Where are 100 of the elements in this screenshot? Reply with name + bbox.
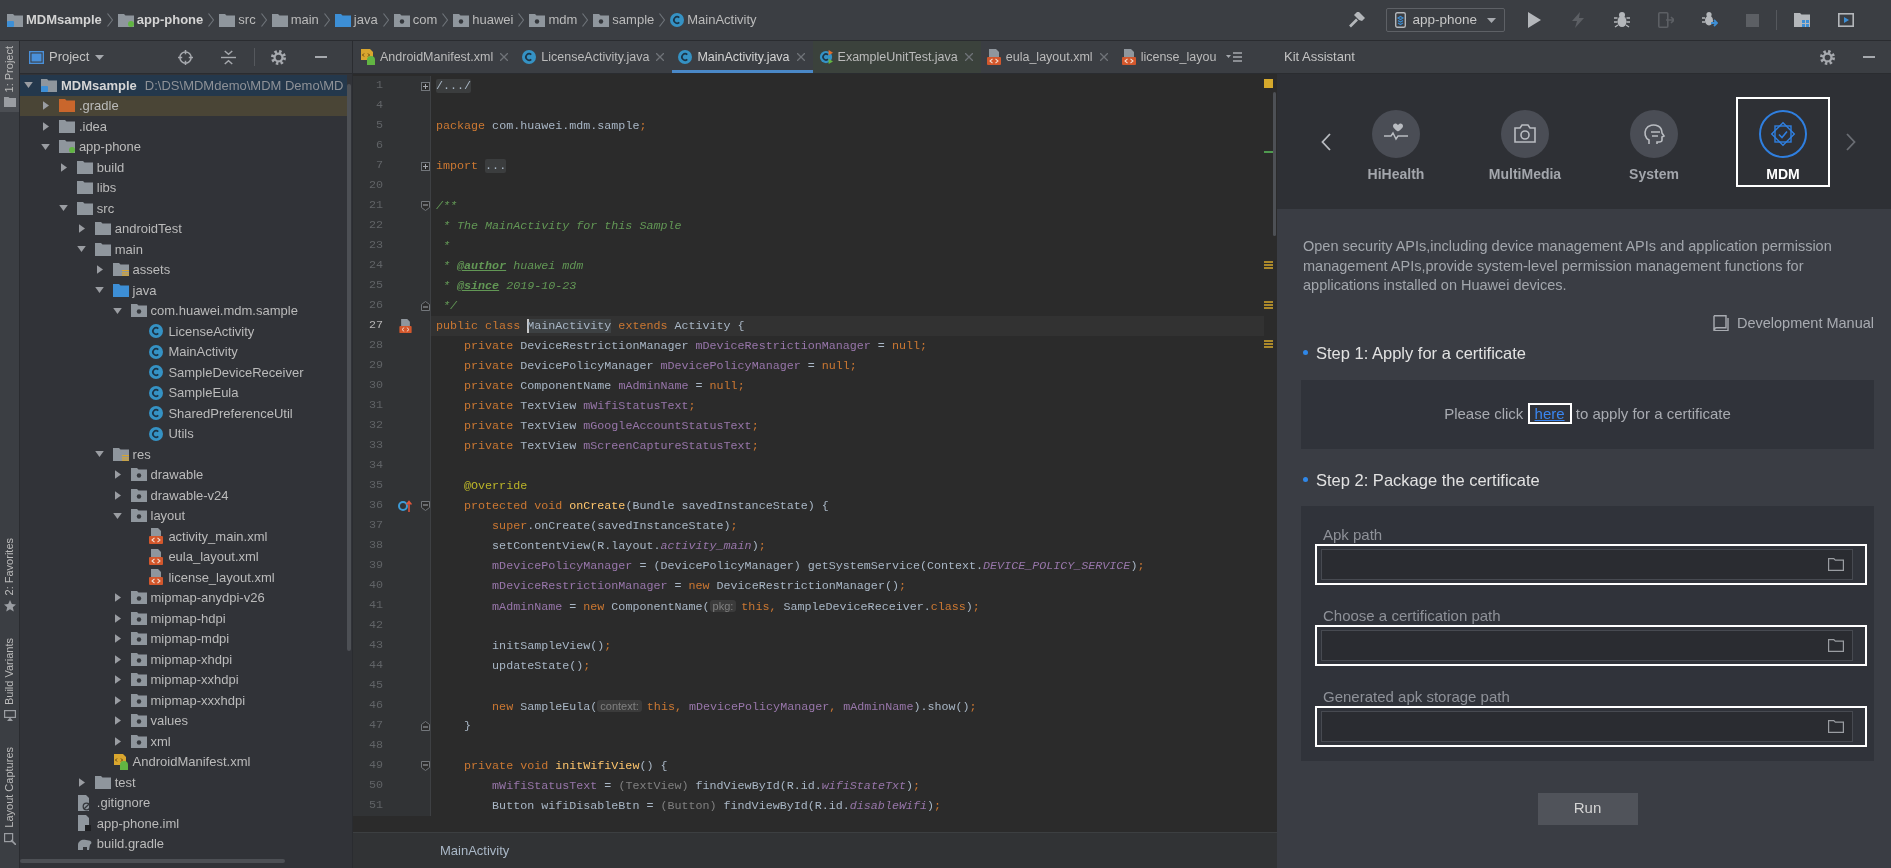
kit-tile[interactable]: HiHealth (1349, 96, 1443, 187)
collapsed-arrow-icon[interactable] (42, 101, 49, 111)
collapse-all-icon[interactable] (221, 49, 237, 65)
breadcrumb-item[interactable]: java (334, 10, 378, 30)
xml-file-icon[interactable] (398, 319, 412, 333)
breadcrumb-item[interactable]: MainActivity (440, 840, 510, 861)
collapsed-arrow-icon[interactable] (114, 634, 121, 644)
tree-item[interactable]: mipmap-hdpi (20, 608, 347, 629)
tree-item[interactable]: .gradle (20, 95, 347, 116)
collapse-fold-icon[interactable] (421, 201, 430, 211)
fold-end-icon[interactable] (421, 721, 430, 731)
tool-window-button[interactable]: 1: Project (0, 41, 19, 113)
collapsed-arrow-icon[interactable] (42, 121, 49, 131)
chevron-left-icon[interactable] (1321, 132, 1331, 151)
run-config-dropdown[interactable]: app-phone (1386, 8, 1505, 32)
breadcrumb-item[interactable]: mdm (529, 10, 578, 30)
breadcrumb-item[interactable]: main (271, 10, 319, 30)
tree-item[interactable]: libs (20, 177, 347, 198)
expanded-arrow-icon[interactable] (23, 82, 33, 89)
collapse-fold-icon[interactable] (421, 761, 430, 771)
collapsed-arrow-icon[interactable] (78, 224, 85, 234)
tool-window-button[interactable]: Build Variants (0, 633, 19, 727)
tree-item[interactable]: Utils (20, 423, 347, 444)
collapsed-arrow-icon[interactable] (114, 716, 121, 726)
editor-tab[interactable]: AndroidManifest.xml (355, 41, 517, 73)
input-field[interactable] (1321, 548, 1853, 580)
input-field[interactable] (1321, 710, 1853, 742)
folder-icon[interactable] (1828, 557, 1844, 571)
tree-item[interactable]: com.huawei.mdm.sample (20, 300, 347, 321)
kit-tile[interactable]: MultiMedia (1478, 96, 1572, 187)
scrollbar-thumb[interactable] (1273, 92, 1276, 236)
tree-item[interactable]: src (20, 198, 347, 219)
tree-item[interactable]: java (20, 280, 347, 301)
tree-item[interactable]: AndroidManifest.xml (20, 751, 347, 772)
expanded-arrow-icon[interactable] (41, 143, 51, 150)
kit-tile[interactable]: System (1607, 96, 1701, 187)
tool-window-button[interactable]: Layout Captures (0, 742, 19, 850)
tree-item[interactable]: androidTest (20, 218, 347, 239)
editor-tab[interactable]: ExampleUnitTest.java (812, 41, 981, 73)
bug-arrow-icon[interactable] (1702, 12, 1718, 28)
settings-icon[interactable] (1820, 49, 1835, 65)
tree-item[interactable]: mipmap-mdpi (20, 628, 347, 649)
tree-item[interactable]: mipmap-xhdpi (20, 649, 347, 670)
kit-tile[interactable]: MDM (1736, 96, 1830, 187)
settings-icon[interactable] (271, 49, 287, 65)
run-button[interactable]: Run (1537, 792, 1638, 825)
tree-item[interactable]: layout (20, 505, 347, 526)
breadcrumb-item[interactable]: sample (593, 10, 655, 30)
tree-item[interactable]: test (20, 772, 347, 793)
tree-item[interactable]: build (20, 157, 347, 178)
expanded-arrow-icon[interactable] (77, 246, 87, 253)
collapsed-arrow-icon[interactable] (96, 265, 103, 275)
tab-list-icon[interactable] (1226, 52, 1243, 62)
tree-item[interactable]: SharedPreferenceUtil (20, 403, 347, 424)
expanded-arrow-icon[interactable] (95, 287, 105, 294)
apply-link[interactable]: here (1527, 402, 1572, 424)
tree-item[interactable]: mipmap-anydpi-v26 (20, 587, 347, 608)
input-field[interactable] (1321, 629, 1853, 661)
tree-item[interactable]: assets (20, 259, 347, 280)
crosshair-icon[interactable] (178, 49, 194, 65)
editor-tab[interactable]: LicenseActivity.java (516, 41, 673, 73)
editor-tab[interactable]: license_layou (1115, 41, 1219, 73)
tree-item[interactable]: mipmap-xxhdpi (20, 669, 347, 690)
tree-item[interactable]: drawable-v24 (20, 485, 347, 506)
breadcrumb-item[interactable]: src (219, 10, 256, 30)
hammer-icon[interactable] (1349, 12, 1366, 28)
tree-item[interactable]: app-phone (20, 136, 347, 157)
collapsed-arrow-icon[interactable] (114, 695, 121, 705)
collapsed-arrow-icon[interactable] (114, 736, 121, 746)
tree-item[interactable]: license_layout.xml (20, 567, 347, 588)
tree-item[interactable]: values (20, 710, 347, 731)
tree-item[interactable]: mipmap-xxxhdpi (20, 690, 347, 711)
expanded-arrow-icon[interactable] (113, 512, 122, 519)
editor-tab[interactable]: MainActivity.java (672, 41, 813, 73)
tree-item[interactable]: main (20, 239, 347, 260)
folder-icon[interactable] (1828, 638, 1844, 652)
tree-item[interactable]: MainActivity (20, 341, 347, 362)
tree-item[interactable]: eula_layout.xml (20, 546, 347, 567)
tool-window-button[interactable]: 2: Favorites (0, 532, 19, 618)
breadcrumb-item[interactable]: huawei (453, 10, 514, 30)
expanded-arrow-icon[interactable] (59, 205, 69, 212)
expand-fold-icon[interactable] (421, 161, 430, 171)
breadcrumb-item[interactable]: com (393, 10, 438, 30)
circle-arrow-icon[interactable] (398, 500, 412, 512)
tree-item[interactable]: activity_main.xml (20, 526, 347, 547)
breadcrumb-item[interactable]: MainActivity (670, 10, 757, 30)
collapsed-arrow-icon[interactable] (114, 593, 121, 603)
view-dropdown[interactable]: Project (29, 47, 105, 67)
chevron-right-icon[interactable] (1846, 132, 1856, 151)
tree-item[interactable]: drawable (20, 464, 347, 485)
minimize-icon[interactable] (315, 56, 328, 58)
collapse-fold-icon[interactable] (421, 501, 430, 511)
expanded-arrow-icon[interactable] (113, 307, 122, 314)
tree-item[interactable]: LicenseActivity (20, 321, 347, 342)
collapsed-arrow-icon[interactable] (78, 777, 85, 787)
tree-item[interactable]: xml (20, 731, 347, 752)
screen-play-icon[interactable] (1838, 12, 1854, 28)
tree-item[interactable]: res (20, 444, 347, 465)
collapsed-arrow-icon[interactable] (114, 675, 121, 685)
folder-grid-icon[interactable] (1794, 12, 1810, 28)
